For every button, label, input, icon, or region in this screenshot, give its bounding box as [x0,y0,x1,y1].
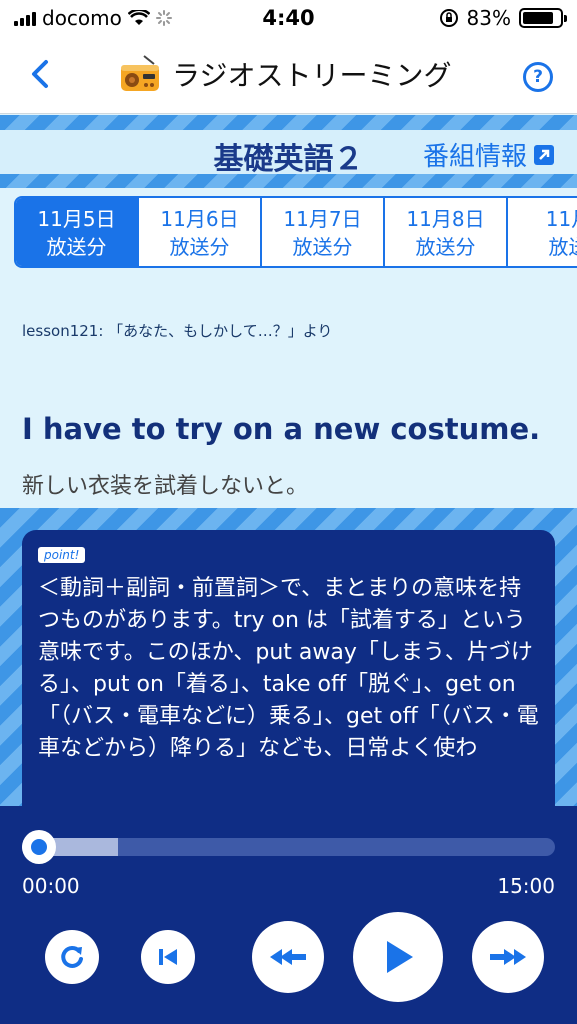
help-icon[interactable]: ? [523,62,553,92]
tab-nov-6[interactable]: 11月6日 放送分 [139,198,262,266]
tab-label: 放送分 [292,235,353,259]
seek-thumb[interactable] [22,830,56,864]
seek-bar[interactable] [22,838,555,856]
tab-date: 11月6日 [160,207,239,231]
tab-label: 放送分 [415,235,476,259]
japanese-translation: 新しい衣装を試着しないと。 [22,474,309,499]
battery-percent: 83% [466,6,511,30]
status-bar: docomo 4:40 83% [0,0,577,40]
external-link-icon [534,144,554,165]
radio-icon [121,55,159,91]
tab-nov-7[interactable]: 11月7日 放送分 [262,198,385,266]
point-card: point! ＜動詞＋副詞・前置詞＞で、まとまりの意味を持つものがあります。tr… [22,530,555,830]
replay-button[interactable] [45,930,99,984]
fast-forward-icon [490,949,526,965]
point-badge: point! [38,547,86,563]
page-title: ラジオストリーミング [172,59,452,92]
decorative-stripe-bottom [0,174,577,188]
point-explanation: ＜動詞＋副詞・前置詞＞で、まとまりの意味を持つものがあります。try on は「… [38,576,539,761]
skip-back-icon [159,949,177,965]
english-sentence: I have to try on a new costume. [22,412,541,446]
tab-date: 11月5日 [37,207,116,231]
nav-bar: ラジオストリーミング ? [0,40,577,114]
skip-back-button[interactable] [141,930,195,984]
rewind-icon [270,949,306,965]
back-chevron-icon[interactable] [22,54,62,94]
tab-date: 11月8日 [406,207,485,231]
battery-icon [519,8,567,28]
decorative-stripe-top [0,115,577,130]
tab-label: 放送分 [46,235,107,259]
lesson-caption: lesson121: 「あなた、もしかして…？」より [22,322,333,340]
fast-forward-button[interactable] [472,921,544,993]
program-info-link[interactable]: 番組情報 [423,136,555,173]
tab-nov-5[interactable]: 11月5日 放送分 [16,198,139,266]
battery-level [523,12,553,24]
status-right: 83% [439,6,567,30]
rewind-button[interactable] [252,921,324,993]
audio-player: 00:00 15:00 [0,806,577,1024]
duration: 15:00 [497,874,555,898]
current-time: 00:00 [22,874,80,898]
program-header: 基礎英語２ 番組情報 [0,130,577,177]
nav-title-wrap: ラジオストリーミング [118,52,451,96]
tab-label: 放送 [548,235,577,259]
play-icon [387,941,413,973]
broadcast-date-tabs: 11月5日 放送分 11月6日 放送分 11月7日 放送分 11月8日 放送分 … [14,196,577,268]
tab-nov-8[interactable]: 11月8日 放送分 [385,198,508,266]
tab-label: 放送分 [169,235,230,259]
play-button[interactable] [353,912,443,1002]
replay-icon [61,945,83,968]
tab-date: 11月7日 [283,207,362,231]
tab-date: 11月 [545,207,577,231]
orientation-lock-icon [439,9,458,27]
program-info-label: 番組情報 [422,142,527,172]
tab-nov-9-partial[interactable]: 11月 放送 [508,198,577,266]
